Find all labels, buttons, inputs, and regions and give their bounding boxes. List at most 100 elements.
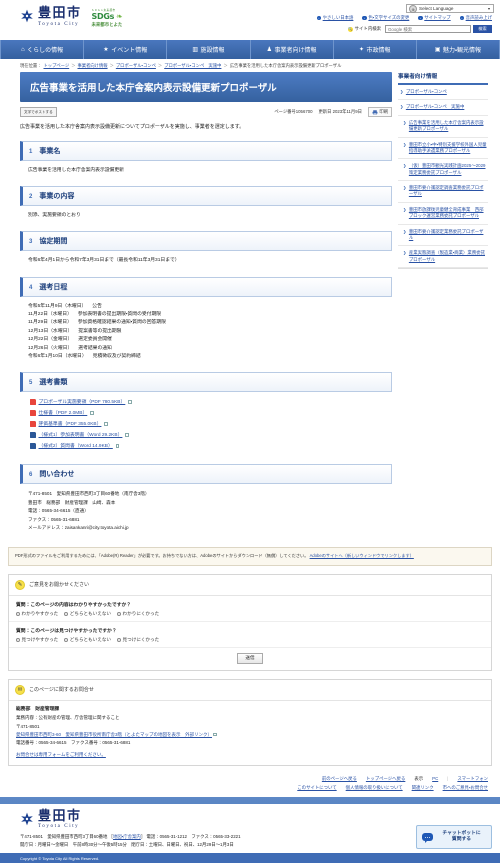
breadcrumb-item-top[interactable]: トップページ: [43, 63, 69, 69]
sidebar-item-proposal-active[interactable]: ❯ プロポーザル・コンペ 実施中: [398, 100, 488, 116]
document-link[interactable]: （様式2）質問書（Word 14.9KB）: [39, 442, 113, 449]
document-link[interactable]: （様式1）参加表明書（Word 29.2KB）: [39, 431, 123, 438]
sidebar-item-tourism-plan[interactable]: ❯ （仮）豊田市観光実践計画2025～2029策定業務委託プロポーザル: [398, 159, 488, 181]
radio-option[interactable]: わかりやすかった: [16, 611, 58, 617]
display-smartphone-link[interactable]: スマートフォン: [457, 776, 488, 782]
nav-item-event[interactable]: ★ イベント情報: [84, 40, 168, 59]
sidebar-item-label[interactable]: （仮）豊田市観光実践計画2025～2029策定業務委託プロポーザル: [409, 163, 487, 176]
document-item[interactable]: 仕様書（PDF 2.0MB）: [30, 409, 392, 416]
sidebar-item-care-survey[interactable]: ❯ 豊田市要介護認定調査業務委託プロポーザル: [398, 181, 488, 203]
language-select[interactable]: ⊕ Select Language ▾: [406, 4, 494, 13]
external-link-icon: [90, 411, 94, 415]
document-link[interactable]: 評価基準書（PDF 355.0KB）: [39, 420, 102, 427]
bottom-nav-row-1: 前のページへ戻る トップページへ戻る 表示 PC | スマートフォン: [0, 776, 488, 782]
radio-button-icon[interactable]: [64, 611, 69, 616]
nav-item-kurashi[interactable]: ⌂ くらしの情報: [0, 40, 85, 59]
contact-address-link[interactable]: 愛知県豊田市西町3-60 愛知県豊田市役所南庁舎3階（とよたマップの地図を表示 …: [16, 732, 212, 737]
chevron-right-icon: ❯: [403, 206, 407, 212]
sidebar-item-label[interactable]: 豊田市放課後児童健全育成事業 西部ブロック運営業務委託プロポーザル: [409, 207, 487, 220]
radio-option[interactable]: どちらともいえない: [64, 637, 111, 643]
document-link[interactable]: 仕様書（PDF 2.0MB）: [39, 409, 88, 416]
utility-link-label[interactable]: やさしい日本語: [323, 15, 354, 21]
schedule-row: 11月22日（水曜日） 参加表明書の提出期限・質問の受付期限: [28, 311, 384, 319]
schedule-row: 12月26日（火曜日） 選考結果の通知: [28, 345, 384, 353]
radio-button-icon[interactable]: [16, 637, 20, 642]
utility-link-label[interactable]: サイトマップ: [424, 15, 450, 21]
chevron-right-icon: ❯: [403, 185, 407, 190]
breadcrumb-item-proposal-active[interactable]: プロポーザル・コンペ 実施中: [164, 63, 221, 69]
nav-item-tourism[interactable]: ▣ 魅力・観光情報: [417, 40, 500, 59]
radio-button-icon[interactable]: [117, 637, 122, 642]
utility-link-text-size[interactable]: › 色・文字サイズの変更: [362, 15, 409, 21]
print-button[interactable]: 印刷: [367, 107, 392, 117]
search-button[interactable]: 検索: [473, 25, 492, 33]
survey-header: ✎ ご意見をお聞かせください: [9, 575, 491, 596]
bottom-navigation: 前のページへ戻る トップページへ戻る 表示 PC | スマートフォン このサイト…: [0, 776, 500, 791]
breadcrumb-prefix: 現在位置：: [20, 63, 42, 68]
schedule-event: 見積徴収及び契約締結: [92, 354, 141, 360]
footer-logo[interactable]: 豊田市 Toyota City: [20, 810, 480, 829]
schedule-date: 令和5年11月9日（木曜日）: [28, 303, 87, 309]
radio-option[interactable]: わかりにくかった: [117, 611, 159, 617]
related-links-link[interactable]: 関連リンク: [412, 785, 434, 791]
schedule-date: 11月22日（水曜日）: [28, 312, 72, 318]
sidebar-item-label[interactable]: プロポーザル・コンペ: [406, 89, 447, 95]
document-link[interactable]: プロポーザル実施要領（PDF 780.5KB）: [39, 398, 126, 405]
document-item[interactable]: 評価基準書（PDF 355.0KB）: [30, 420, 392, 427]
toyota-city-crest-icon: [20, 812, 34, 826]
sidebar-item-label[interactable]: 豊田市立小・中・特別支援学校外国人児童指導助手派遣業務プロポーザル: [409, 142, 487, 155]
utility-link-sitemap[interactable]: › サイトマップ: [418, 15, 451, 21]
logo-text-jp: 豊田市: [38, 6, 82, 21]
contact-line: ファクス：0565-31-6881: [28, 516, 80, 522]
radio-option[interactable]: 見つけやすかった: [16, 637, 58, 643]
nav-item-facility[interactable]: ▥ 施設情報: [167, 40, 251, 59]
utility-link-easy-japanese[interactable]: › やさしい日本語: [316, 15, 354, 21]
schedule-date: 12月26日（火曜日）: [28, 345, 73, 351]
schedule-event: 公告: [92, 303, 102, 309]
sidebar-item-label[interactable]: 豊田市要介護認定調査業務委託プロポーザル: [409, 185, 487, 198]
submit-button[interactable]: 送信: [237, 652, 263, 664]
sidebar-item-label[interactable]: 豊田市要介護認定業務委託プロポーザル: [409, 229, 487, 242]
sidebar-item-label[interactable]: 広告事業を活用した本庁舎案内表示設備更新プロポーザル: [409, 120, 487, 133]
utility-link-label[interactable]: 音声読み上げ: [466, 15, 492, 21]
sidebar-item-current-page[interactable]: ❯ 広告事業を活用した本庁舎案内表示設備更新プロポーザル: [398, 116, 488, 138]
breadcrumb-item-proposal[interactable]: プロポーザル・コンペ: [116, 63, 156, 69]
sidebar-item-label[interactable]: プロポーザル・コンペ 実施中: [406, 104, 464, 110]
document-item[interactable]: （様式2）質問書（Word 14.9KB）: [30, 442, 392, 449]
contact-city-link[interactable]: 市へのご意見・お問合せ: [443, 785, 488, 791]
radio-button-icon[interactable]: [117, 611, 122, 616]
post-text-button[interactable]: 文字でポストする: [20, 107, 57, 117]
sidebar-item-label[interactable]: 産業実態調査（製造業・商業）業務委託プロポーザル: [409, 250, 487, 263]
document-item[interactable]: （様式1）参加表明書（Word 29.2KB）: [30, 431, 392, 438]
chatbot-button[interactable]: チャットボットに 質問する: [416, 825, 492, 850]
utility-link-label[interactable]: 色・文字サイズの変更: [368, 15, 409, 21]
schedule-event: 参加表明書の提出期限・質問の受付期限: [77, 312, 162, 318]
radio-button-icon[interactable]: [64, 637, 69, 642]
utility-link-read-aloud[interactable]: › 音声読み上げ: [459, 15, 492, 21]
contact-form-link[interactable]: お問合せは専用フォームをご利用ください。: [16, 752, 106, 757]
section-number: 6: [29, 472, 33, 479]
site-logo[interactable]: 豊田市 Toyota City ＳＤＧｓ未来都市 SDGs ❧ 未来都市とよた: [20, 7, 123, 28]
radio-option[interactable]: 見つけにくかった: [117, 637, 159, 643]
breadcrumb-item-business[interactable]: 事業者向け情報: [77, 63, 107, 69]
sidebar-item-proposal[interactable]: ❯ プロポーザル・コンペ: [398, 85, 488, 101]
nav-item-business[interactable]: ♟ 事業者向け情報: [251, 40, 334, 59]
document-item[interactable]: プロポーザル実施要領（PDF 780.5KB）: [30, 398, 392, 405]
breadcrumb-separator: ＞: [109, 63, 114, 68]
radio-option[interactable]: どちらともいえない: [64, 611, 111, 617]
back-to-top-link[interactable]: トップページへ戻る: [366, 776, 405, 782]
breadcrumb-separator: ＞: [223, 63, 228, 68]
sidebar-item-school-assistant[interactable]: ❯ 豊田市立小・中・特別支援学校外国人児童指導助手派遣業務プロポーザル: [398, 138, 488, 160]
sidebar-item-afterschool[interactable]: ❯ 豊田市放課後児童健全育成事業 西部ブロック運営業務委託プロポーザル: [398, 203, 488, 225]
sidebar-item-industry-survey[interactable]: ❯ 産業実態調査（製造業・商業）業務委託プロポーザル: [398, 246, 488, 268]
adobe-site-link[interactable]: Adobeのサイトへ（新しいウィンドウでリンクします）: [310, 553, 414, 558]
sidebar-item-care-certification[interactable]: ❯ 豊田市要介護認定業務委託プロポーザル: [398, 225, 488, 247]
privacy-policy-link[interactable]: 個人情報の取り扱いについて: [346, 785, 403, 791]
search-input[interactable]: [385, 25, 471, 33]
about-site-link[interactable]: このサイトについて: [297, 785, 336, 791]
display-pc-link[interactable]: PC: [432, 776, 438, 781]
map-guide-link[interactable]: 地図・庁舎案内: [113, 834, 141, 839]
nav-item-city-admin[interactable]: ✦ 市政情報: [334, 40, 417, 59]
radio-button-icon[interactable]: [16, 611, 20, 616]
back-to-previous-link[interactable]: 前のページへ戻る: [322, 776, 357, 782]
